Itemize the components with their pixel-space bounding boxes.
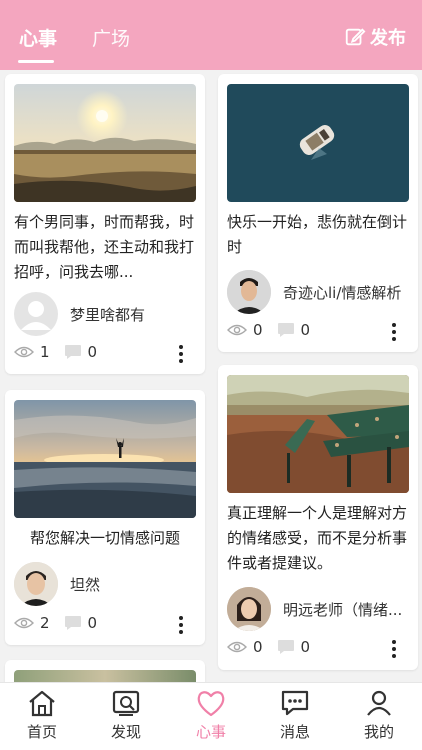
nav-home-label: 首页 xyxy=(26,723,57,741)
publish-label: 发布 xyxy=(370,28,406,49)
view-count: 0 xyxy=(253,321,263,339)
post-author[interactable]: 奇迹心li/情感解析 xyxy=(227,270,401,314)
post-stats: 2 0 xyxy=(14,614,111,632)
more-options-icon[interactable] xyxy=(391,640,397,660)
more-options-icon[interactable] xyxy=(391,323,397,343)
avatar xyxy=(14,562,58,606)
more-options-icon[interactable] xyxy=(178,616,184,636)
view-count: 0 xyxy=(253,638,263,656)
nav-messages[interactable]: 消息 xyxy=(260,689,330,742)
edit-icon xyxy=(345,28,366,46)
profile-icon xyxy=(367,690,391,716)
post-card[interactable]: 有个男同事，时而帮我，时而叫我帮他，还主动和我打招呼，问我去哪... 梦里啥都有… xyxy=(5,74,205,374)
eye-icon xyxy=(14,617,34,629)
comment-count: 0 xyxy=(87,614,98,632)
avatar xyxy=(14,292,58,336)
author-name: 梦里啥都有 xyxy=(70,305,146,324)
view-count: 2 xyxy=(40,614,50,632)
more-options-icon[interactable] xyxy=(178,345,184,365)
nav-xinshi-label: 心事 xyxy=(195,723,226,741)
post-image-sunrise xyxy=(14,84,196,202)
heart-icon xyxy=(197,691,225,717)
post-stats: 1 0 xyxy=(14,343,111,361)
comment-count: 0 xyxy=(300,321,311,339)
post-text: 快乐一开始，悲伤就在倒计时 xyxy=(227,213,408,256)
author-name: 坦然 xyxy=(70,575,101,594)
post-author[interactable]: 明远老师（情绪... xyxy=(227,587,402,631)
nav-discover-label: 发现 xyxy=(110,723,141,741)
comment-count: 0 xyxy=(300,638,311,656)
eye-icon xyxy=(227,641,247,653)
post-author[interactable]: 梦里啥都有 xyxy=(14,292,145,336)
avatar xyxy=(227,270,271,314)
post-image-boat xyxy=(227,84,409,202)
nav-messages-label: 消息 xyxy=(279,723,310,741)
post-card[interactable]: 快乐一开始，悲伤就在倒计时 奇迹心li/情感解析 0 0 xyxy=(218,74,418,352)
post-text: 帮您解决一切情感问题 xyxy=(29,529,180,547)
home-icon xyxy=(29,690,55,717)
active-tab-indicator xyxy=(18,60,54,63)
post-text: 真正理解一个人是理解对方的情绪感受，而不是分析事件或者提建议。 xyxy=(227,504,408,572)
post-card[interactable]: 真正理解一个人是理解对方的情绪感受，而不是分析事件或者提建议。 明远老师（情绪.… xyxy=(218,365,418,670)
nav-home[interactable]: 首页 xyxy=(7,689,77,742)
eye-icon xyxy=(227,324,247,336)
comment-icon xyxy=(64,345,81,359)
top-bar: 心事 广场 发布 xyxy=(0,0,422,70)
comment-icon xyxy=(277,323,294,337)
tab-xinshi[interactable]: 心事 xyxy=(19,24,57,51)
nav-discover[interactable]: 发现 xyxy=(91,689,161,742)
comment-icon xyxy=(64,616,81,630)
message-icon xyxy=(281,690,309,716)
view-count: 1 xyxy=(40,343,50,361)
publish-button[interactable]: 发布 xyxy=(344,24,406,50)
tab-guangchang[interactable]: 广场 xyxy=(92,24,130,51)
post-image-bench xyxy=(227,375,409,493)
comment-icon xyxy=(277,640,294,654)
author-name: 明远老师（情绪... xyxy=(283,600,403,619)
post-stats: 0 0 xyxy=(227,321,324,339)
post-text: 有个男同事，时而帮我，时而叫我帮他，还主动和我打招呼，问我去哪... xyxy=(14,213,195,281)
comment-count: 0 xyxy=(87,343,98,361)
nav-profile-label: 我的 xyxy=(363,723,394,741)
post-author[interactable]: 坦然 xyxy=(14,562,100,606)
post-image-beach xyxy=(14,400,196,518)
nav-xinshi[interactable]: 心事 xyxy=(176,689,246,742)
bottom-nav: 首页 发现 心事 消息 我的 xyxy=(0,682,422,750)
nav-profile[interactable]: 我的 xyxy=(344,689,414,742)
author-name: 奇迹心li/情感解析 xyxy=(283,283,402,302)
avatar xyxy=(227,587,271,631)
post-stats: 0 0 xyxy=(227,638,324,656)
discover-icon xyxy=(112,690,140,716)
post-card[interactable]: 帮您解决一切情感问题 坦然 2 0 xyxy=(5,390,205,645)
eye-icon xyxy=(14,346,34,358)
